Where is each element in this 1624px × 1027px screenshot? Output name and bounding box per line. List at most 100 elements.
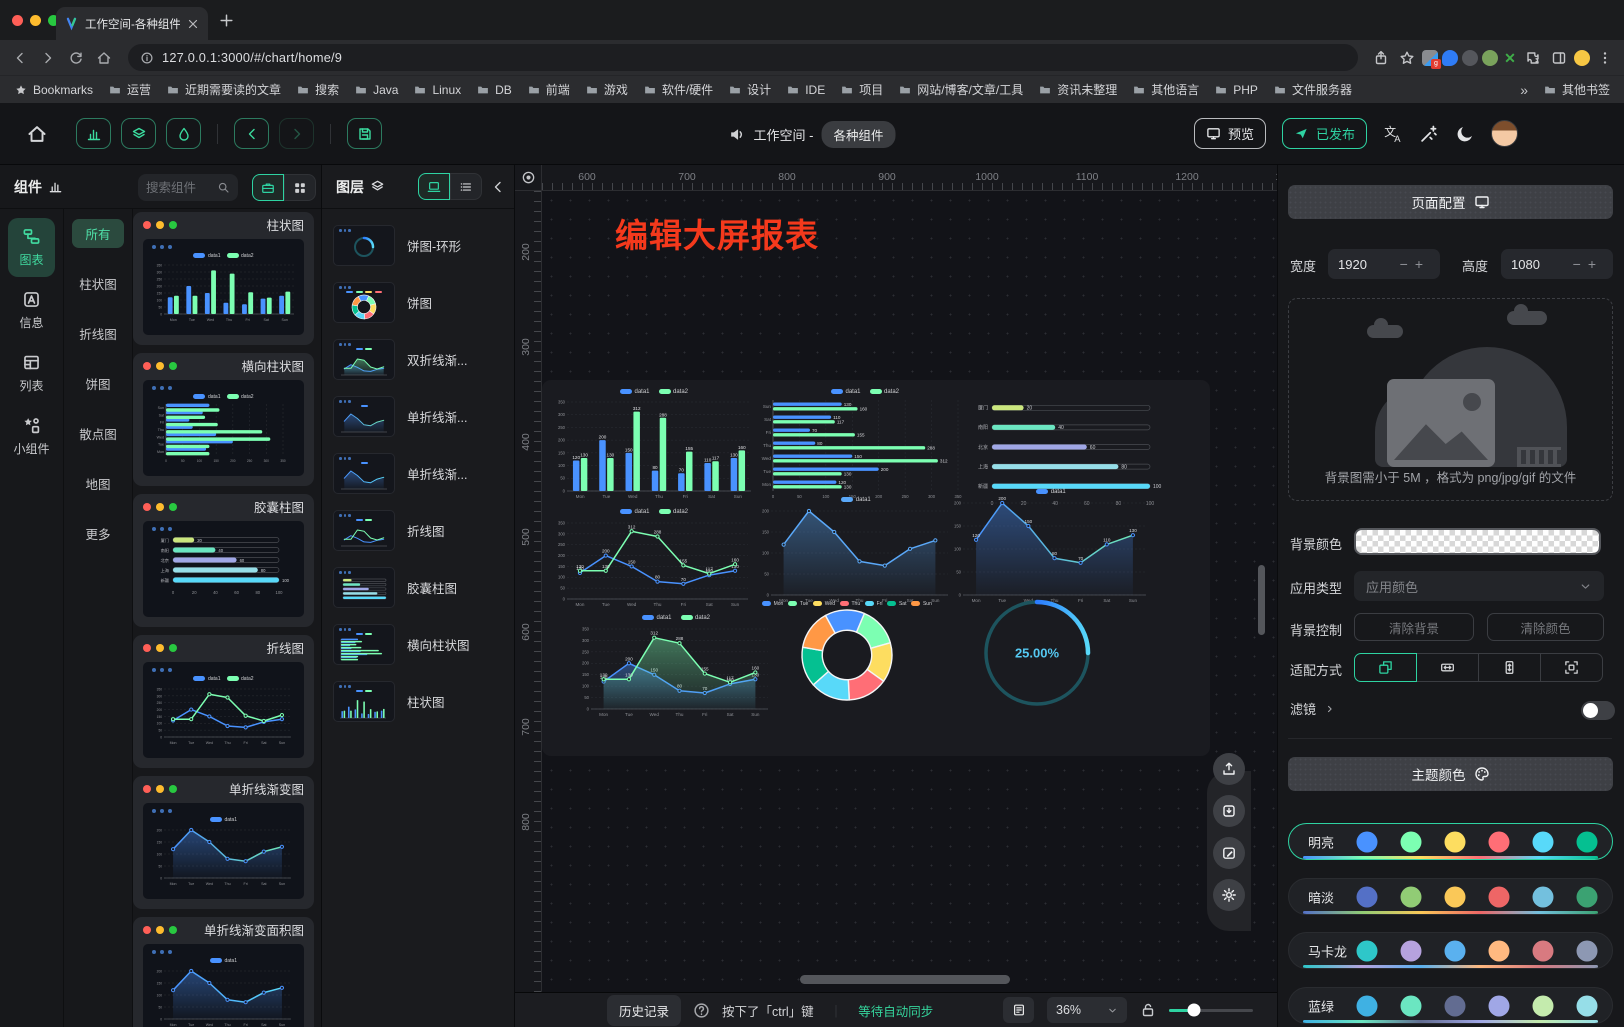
width-steppers[interactable]: −+ (1400, 256, 1430, 272)
bookmark-item[interactable]: IDE (786, 83, 825, 97)
height-input[interactable]: 1080−+ (1501, 249, 1613, 279)
bookmark-item[interactable]: 软件/硬件 (643, 81, 713, 98)
profile-avatar[interactable] (1574, 50, 1590, 66)
category-item-所有[interactable]: 所有 (64, 219, 132, 248)
fit-scale-button[interactable] (1354, 653, 1417, 682)
bookmark-item[interactable]: 搜索 (296, 81, 339, 98)
preview-button[interactable]: 预览 (1194, 118, 1266, 149)
page-config-header[interactable]: 页面配置 (1288, 185, 1613, 219)
collapse-panel-icon[interactable] (490, 179, 506, 195)
zoom-slider-knob[interactable] (1188, 1004, 1201, 1017)
address-bar[interactable]: 127.0.0.1:3000/#/chart/home/9 (128, 44, 1358, 71)
horizontal-bar-chart[interactable]: data1data2050100150200250300350120200150… (758, 386, 972, 499)
back-icon[interactable] (8, 46, 32, 70)
width-input[interactable]: 1920−+ (1328, 249, 1440, 279)
layer-thumbnail-view-button[interactable] (418, 173, 450, 200)
category-item-折线图[interactable]: 折线图 (64, 319, 132, 348)
category-item-散点图[interactable]: 散点图 (64, 419, 132, 448)
component-card[interactable]: 单折线渐变面积图data1050100150200MonTueWedThuFri… (133, 917, 314, 1027)
edit-button[interactable] (1213, 837, 1245, 869)
undo-button[interactable] (234, 118, 269, 149)
other-bookmarks[interactable]: 其他书签 (1543, 81, 1610, 98)
extension-icon-1[interactable]: g (1422, 50, 1438, 66)
magic-wand-icon[interactable] (1419, 124, 1439, 144)
editor-canvas[interactable]: 6007008009001000110012001300 20030040050… (515, 165, 1277, 1027)
browser-home-icon[interactable] (92, 46, 116, 70)
layer-item[interactable]: 柱状图 (322, 673, 514, 730)
bookmark-item[interactable]: PHP (1214, 83, 1258, 97)
details-panel-toggle-button[interactable] (166, 118, 201, 149)
layer-item[interactable]: 双折线渐... (322, 331, 514, 388)
layers-panel-toggle-button[interactable] (121, 118, 156, 149)
zoom-slider[interactable] (1169, 1009, 1253, 1012)
language-icon[interactable]: 文A (1383, 124, 1403, 144)
user-avatar[interactable] (1491, 120, 1518, 147)
close-window-button[interactable] (12, 15, 23, 26)
save-button[interactable] (347, 118, 382, 149)
component-card[interactable]: 胶囊柱图厦门20南阳40北京60上海80新疆100020406080100 (133, 494, 314, 627)
single-column-view-button[interactable] (252, 174, 284, 201)
fit-height-button[interactable] (1478, 653, 1541, 682)
component-card[interactable]: 柱状图data1data2050100150200250300350MonTue… (133, 212, 314, 345)
bookmark-item[interactable]: 其他语言 (1132, 81, 1199, 98)
layer-item[interactable]: 饼图-环形 (322, 217, 514, 274)
bookmark-item[interactable]: 前端 (527, 81, 570, 98)
horizontal-scrollbar[interactable] (800, 975, 1010, 984)
bookmark-item[interactable]: 设计 (728, 81, 771, 98)
category-item-更多[interactable]: 更多 (64, 519, 132, 548)
side-panel-icon[interactable] (1548, 47, 1570, 69)
layer-list-view-button[interactable] (450, 173, 482, 200)
sidebar-item-信息[interactable]: 信息 (8, 281, 55, 340)
category-item-柱状图[interactable]: 柱状图 (64, 269, 132, 298)
clear-color-button[interactable]: 清除颜色 (1487, 613, 1604, 641)
height-steppers[interactable]: −+ (1573, 256, 1603, 272)
bg-color-swatch[interactable] (1354, 528, 1601, 555)
dual-line-chart[interactable]: data1data2050100150200250300350120200150… (554, 506, 754, 607)
history-button[interactable]: 历史记录 (607, 995, 681, 1026)
vertical-scrollbar[interactable] (1258, 565, 1265, 635)
share-icon[interactable] (1370, 47, 1392, 69)
theme-row-明亮[interactable]: 明亮 (1288, 823, 1613, 860)
browser-menu-icon[interactable] (1594, 47, 1616, 69)
bookmarks-home[interactable]: Bookmarks (14, 83, 93, 97)
bookmark-item[interactable]: Linux (413, 83, 461, 97)
dark-mode-moon-icon[interactable] (1455, 124, 1475, 144)
search-input[interactable] (146, 181, 217, 195)
lock-icon[interactable] (1140, 1002, 1156, 1018)
minimize-window-button[interactable] (30, 15, 41, 26)
bookmark-item[interactable]: 资讯未整理 (1038, 81, 1117, 98)
bookmark-item[interactable]: DB (476, 83, 512, 97)
tab-close-icon[interactable] (186, 17, 200, 31)
extension-icon-2[interactable] (1442, 50, 1458, 66)
bookmark-item[interactable]: 运营 (108, 81, 151, 98)
layer-item[interactable]: 单折线渐... (322, 445, 514, 502)
bookmark-item[interactable]: Java (354, 83, 398, 97)
dashboard-board[interactable]: data1data2050100150200250300350120200150… (542, 380, 1210, 756)
fit-full-button[interactable] (1540, 653, 1603, 682)
browser-tab[interactable]: 工作空间-各种组件 (56, 7, 208, 40)
component-search[interactable] (138, 174, 238, 201)
gradient-line-chart[interactable]: data10501001502001202001508070110130MonT… (950, 486, 1152, 603)
background-upload-dropzone[interactable]: 背景图需小于 5M ，格式为 png/jpg/gif 的文件 (1288, 298, 1613, 501)
forward-icon[interactable] (36, 46, 60, 70)
clear-background-button[interactable]: 清除背景 (1354, 613, 1474, 641)
theme-color-header[interactable]: 主题颜色 (1288, 757, 1613, 791)
help-icon[interactable] (693, 1002, 710, 1019)
category-item-地图[interactable]: 地图 (64, 469, 132, 498)
theme-row-暗淡[interactable]: 暗淡 (1288, 878, 1613, 915)
canvas-notes-button[interactable] (1003, 997, 1034, 1023)
chart-panel-toggle-button[interactable] (76, 118, 111, 149)
redo-button[interactable] (279, 118, 314, 149)
layer-item[interactable]: 单折线渐... (322, 388, 514, 445)
reload-icon[interactable] (64, 46, 88, 70)
component-card[interactable]: 折线图data1data2050100150200250300350MonTue… (133, 635, 314, 768)
ruler-corner[interactable] (515, 165, 542, 191)
extensions-puzzle-icon[interactable] (1522, 47, 1544, 69)
grid-view-button[interactable] (284, 174, 316, 201)
theme-row-蓝绿[interactable]: 蓝绿 (1288, 987, 1613, 1024)
export-button[interactable] (1213, 753, 1245, 785)
component-card[interactable]: 横向柱状图data1data2050100150200250300350MonT… (133, 353, 314, 486)
bookmark-item[interactable]: 项目 (840, 81, 883, 98)
dashboard-title-text[interactable]: 编辑大屏报表 (615, 209, 819, 257)
component-card[interactable]: 单折线渐变图data1050100150200MonTueWedThuFriSa… (133, 776, 314, 909)
